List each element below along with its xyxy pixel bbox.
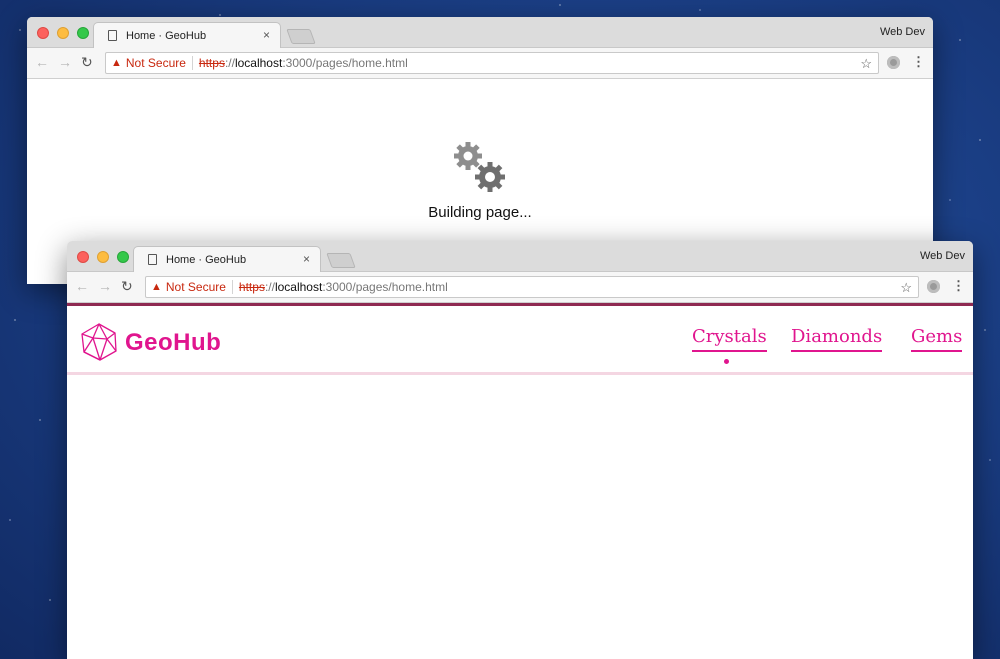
extension-icon[interactable] (887, 56, 900, 69)
tab-close-icon[interactable]: × (263, 28, 270, 42)
window-controls (37, 27, 89, 39)
browser-toolbar: ← → ↻ ▲ Not Secure https://localhost:300… (67, 272, 973, 303)
geohub-logo-icon[interactable] (79, 322, 119, 362)
minimize-window-button[interactable] (57, 27, 69, 39)
bookmark-star-icon[interactable]: ☆ (860, 56, 872, 72)
url-protocol: https (238, 280, 265, 294)
url-path: :3000/pages/home.html (282, 56, 408, 70)
forward-arrow-icon[interactable]: → (98, 279, 112, 293)
url-path: :3000/pages/home.html (322, 280, 448, 294)
reload-icon[interactable]: ↻ (81, 55, 93, 69)
close-window-button[interactable] (37, 27, 49, 39)
forward-arrow-icon[interactable]: → (58, 55, 72, 69)
menu-icon[interactable]: ⋮ (952, 278, 965, 294)
building-status-text: Building page... (428, 204, 532, 221)
new-tab-button[interactable] (326, 253, 356, 268)
url-host: localhost (274, 280, 323, 294)
page-body (67, 375, 973, 655)
nav-link-gems[interactable]: Gems (911, 326, 963, 352)
site-header: GeoHub Crystals Diamonds Gems (67, 306, 973, 375)
url-separator: :// (264, 280, 275, 294)
close-window-button[interactable] (77, 251, 89, 263)
warning-icon: ▲ (111, 57, 122, 69)
url-separator: :// (224, 56, 235, 70)
nav-link-diamonds[interactable]: Diamonds (791, 326, 883, 352)
warning-icon: ▲ (151, 281, 162, 293)
title-bar[interactable]: Home · GeoHub × Web Dev (27, 17, 933, 48)
url-protocol: https (198, 56, 225, 70)
new-tab-button[interactable] (286, 29, 316, 44)
profile-name[interactable]: Web Dev (920, 250, 965, 262)
page-icon (108, 30, 117, 41)
divider (191, 56, 193, 70)
profile-name[interactable]: Web Dev (880, 26, 925, 38)
brand-name[interactable]: GeoHub (125, 329, 221, 357)
tab-title: Home · GeoHub (166, 253, 247, 266)
tab-close-icon[interactable]: × (303, 252, 310, 266)
browser-window-front[interactable]: Home · GeoHub × Web Dev ← → ↻ ▲ Not Secu… (67, 241, 973, 659)
menu-icon[interactable]: ⋮ (912, 54, 925, 70)
address-bar[interactable]: ▲ Not Secure https://localhost:3000/page… (145, 276, 919, 298)
back-arrow-icon[interactable]: ← (35, 55, 49, 69)
address-bar[interactable]: ▲ Not Secure https://localhost:3000/page… (105, 52, 879, 74)
nav-link-crystals[interactable]: Crystals (692, 326, 767, 352)
minimize-window-button[interactable] (97, 251, 109, 263)
zoom-window-button[interactable] (77, 27, 89, 39)
back-arrow-icon[interactable]: ← (75, 279, 89, 293)
reload-icon[interactable]: ↻ (121, 279, 133, 293)
security-label[interactable]: Not Secure (126, 56, 186, 70)
url-host: localhost (234, 56, 283, 70)
active-indicator (724, 359, 729, 364)
page-icon (148, 254, 157, 265)
title-bar[interactable]: Home · GeoHub × Web Dev (67, 241, 973, 272)
window-controls (77, 251, 129, 263)
security-label[interactable]: Not Secure (166, 280, 226, 294)
divider (231, 280, 233, 294)
tab-title: Home · GeoHub (126, 29, 207, 42)
zoom-window-button[interactable] (117, 251, 129, 263)
browser-tab[interactable]: Home · GeoHub × (133, 246, 321, 272)
extension-icon[interactable] (927, 280, 940, 293)
bookmark-star-icon[interactable]: ☆ (900, 280, 912, 296)
browser-toolbar: ← → ↻ ▲ Not Secure https://localhost:300… (27, 48, 933, 79)
browser-tab[interactable]: Home · GeoHub × (93, 22, 281, 48)
gears-icon (454, 142, 505, 192)
